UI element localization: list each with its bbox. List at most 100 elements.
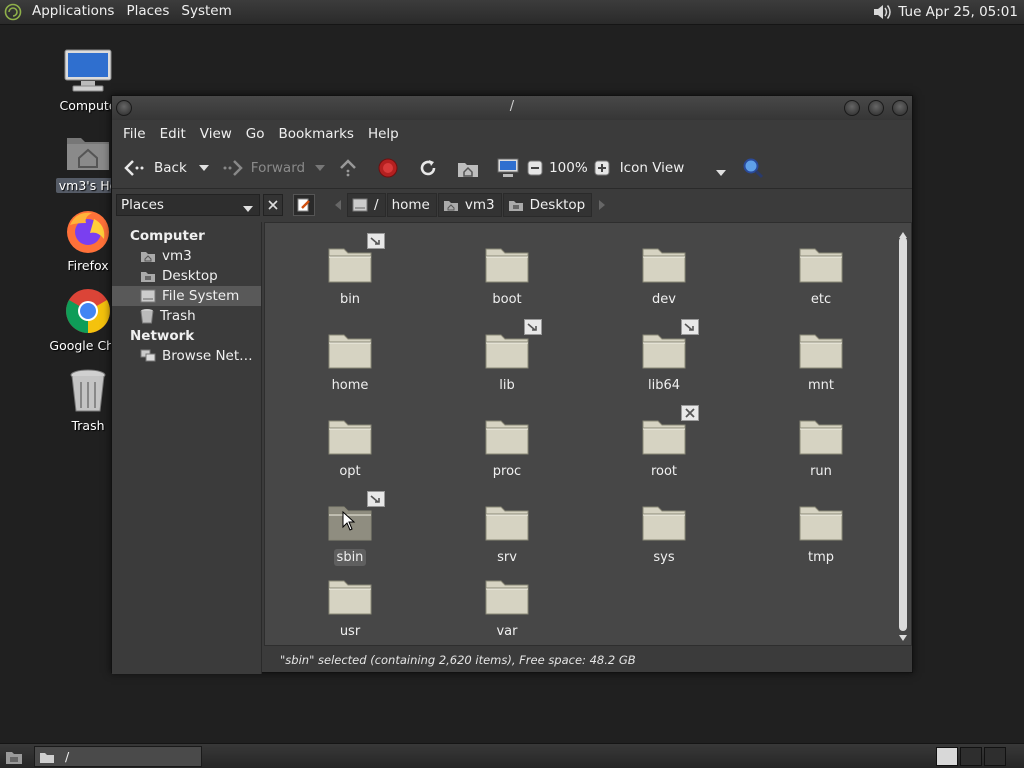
trash-icon	[140, 309, 154, 324]
window-toolbar: Back Forward 100% Icon View	[112, 147, 912, 189]
icon-view[interactable]: bin boot dev etc home lib lib64 mnt opt proc root r…	[264, 222, 912, 646]
scroll-down-icon[interactable]	[899, 630, 907, 645]
folder-item[interactable]: srv	[462, 503, 552, 566]
menu-go[interactable]: Go	[239, 126, 272, 142]
view-mode-select[interactable]: Icon View	[620, 152, 730, 184]
menu-view[interactable]: View	[193, 126, 239, 142]
window-title: /	[509, 99, 515, 114]
zoom-in-icon[interactable]	[592, 155, 612, 181]
folder-icon	[484, 319, 542, 371]
crumb-scroll-left-icon[interactable]	[329, 194, 347, 216]
firefox-icon	[63, 206, 113, 256]
minimize-icon[interactable]	[844, 100, 860, 116]
folder-item[interactable]: tmp	[776, 503, 866, 566]
crumb-scroll-right-icon[interactable]	[593, 194, 611, 216]
applications-menu[interactable]: Applications	[26, 0, 120, 25]
menu-file[interactable]: File	[116, 126, 153, 142]
folder-item[interactable]: var	[462, 577, 552, 640]
chrome-icon	[63, 286, 113, 336]
search-icon[interactable]	[740, 155, 766, 181]
desktop-icon-label: Compute	[59, 98, 117, 113]
show-desktop-icon[interactable]	[3, 747, 25, 766]
desktop-icon-label: Trash	[71, 418, 105, 433]
workspace-3[interactable]	[984, 747, 1006, 766]
folder-icon	[641, 245, 687, 285]
close-side-pane-icon[interactable]	[263, 194, 283, 216]
menu-edit[interactable]: Edit	[153, 126, 193, 142]
top-panel: Applications Places System Tue Apr 25, 0…	[0, 0, 1024, 25]
folder-icon	[641, 319, 699, 371]
folder-label: usr	[339, 624, 361, 639]
window-menu-icon[interactable]	[116, 100, 132, 116]
maximize-icon[interactable]	[868, 100, 884, 116]
workspace-1[interactable]	[936, 747, 958, 766]
scrollbar-thumb[interactable]	[899, 237, 907, 631]
status-bar: "sbin" selected (containing 2,620 items)…	[280, 653, 636, 667]
symlink-emblem-icon	[367, 491, 385, 507]
folder-item[interactable]: mnt	[776, 331, 866, 394]
chevron-down-icon	[243, 200, 253, 216]
window-titlebar[interactable]: /	[112, 96, 912, 120]
panel-clock[interactable]: Tue Apr 25, 05:01	[898, 4, 1024, 20]
side-pane-selector[interactable]: Places	[116, 194, 260, 216]
sidebar-item-desktop[interactable]: Desktop	[112, 266, 261, 286]
folder-item[interactable]: dev	[619, 245, 709, 308]
folder-label: home	[331, 378, 369, 393]
folder-item[interactable]: boot	[462, 245, 552, 308]
folder-item[interactable]: lib	[462, 319, 552, 394]
folder-item[interactable]: bin	[305, 233, 395, 308]
sidebar-item-label: File System	[162, 288, 240, 304]
menu-bookmarks[interactable]: Bookmarks	[272, 126, 361, 142]
stop-icon[interactable]	[375, 155, 401, 181]
vertical-scrollbar[interactable]	[897, 225, 909, 645]
folder-item[interactable]: proc	[462, 417, 552, 480]
sidebar-item-vm3[interactable]: vm3	[112, 246, 261, 266]
folder-item[interactable]: sys	[619, 503, 709, 566]
breadcrumb-desktop[interactable]: Desktop	[502, 193, 593, 217]
reload-icon[interactable]	[415, 155, 441, 181]
breadcrumb-root[interactable]: /	[347, 193, 386, 217]
folder-label: bin	[339, 292, 361, 307]
folder-item[interactable]: run	[776, 417, 866, 480]
forward-button[interactable]: Forward	[219, 152, 305, 184]
system-menu[interactable]: System	[175, 0, 237, 25]
back-history-chevron-down-icon[interactable]	[197, 155, 211, 181]
drive-icon	[140, 289, 156, 303]
edit-location-icon[interactable]	[293, 194, 315, 216]
close-icon[interactable]	[892, 100, 908, 116]
sidebar-heading-network: Network	[130, 328, 195, 344]
folder-item[interactable]: home	[305, 331, 395, 394]
back-button[interactable]: Back	[122, 152, 187, 184]
taskbar-window-button[interactable]: /	[34, 746, 202, 767]
folder-label: root	[650, 464, 678, 479]
go-up-icon[interactable]	[335, 155, 361, 181]
view-mode-label: Icon View	[619, 159, 685, 176]
sidebar-item-browse-network[interactable]: Browse Net…	[112, 346, 261, 366]
zoom-out-icon[interactable]	[525, 155, 545, 181]
folder-icon	[484, 245, 530, 285]
zoom-level[interactable]: 100%	[549, 152, 588, 184]
folder-item[interactable]: opt	[305, 417, 395, 480]
sidebar-item-trash[interactable]: Trash	[112, 306, 261, 326]
network-icon	[140, 349, 156, 362]
places-sidebar: Computer vm3 Desktop File System Trash N…	[112, 222, 262, 674]
sidebar-item-file-system[interactable]: File System	[112, 286, 261, 306]
folder-item[interactable]: root	[619, 405, 709, 480]
menu-help[interactable]: Help	[361, 126, 406, 142]
computer-icon[interactable]	[495, 155, 521, 181]
forward-history-chevron-down-icon[interactable]	[313, 155, 327, 181]
folder-label: lib	[499, 378, 515, 393]
breadcrumb-home[interactable]: home	[386, 193, 437, 217]
folder-icon	[641, 503, 687, 543]
no-access-emblem-icon	[681, 405, 699, 421]
volume-icon[interactable]	[868, 0, 898, 25]
breadcrumb-vm3[interactable]: vm3	[437, 193, 502, 217]
folder-item[interactable]: etc	[776, 245, 866, 308]
home-icon[interactable]	[455, 155, 481, 181]
workspace-2[interactable]	[960, 747, 982, 766]
distro-logo-icon[interactable]	[0, 0, 26, 25]
folder-item[interactable]: lib64	[619, 319, 709, 394]
places-menu[interactable]: Places	[120, 0, 175, 25]
folder-label: var	[496, 624, 518, 639]
folder-item[interactable]: usr	[305, 577, 395, 640]
